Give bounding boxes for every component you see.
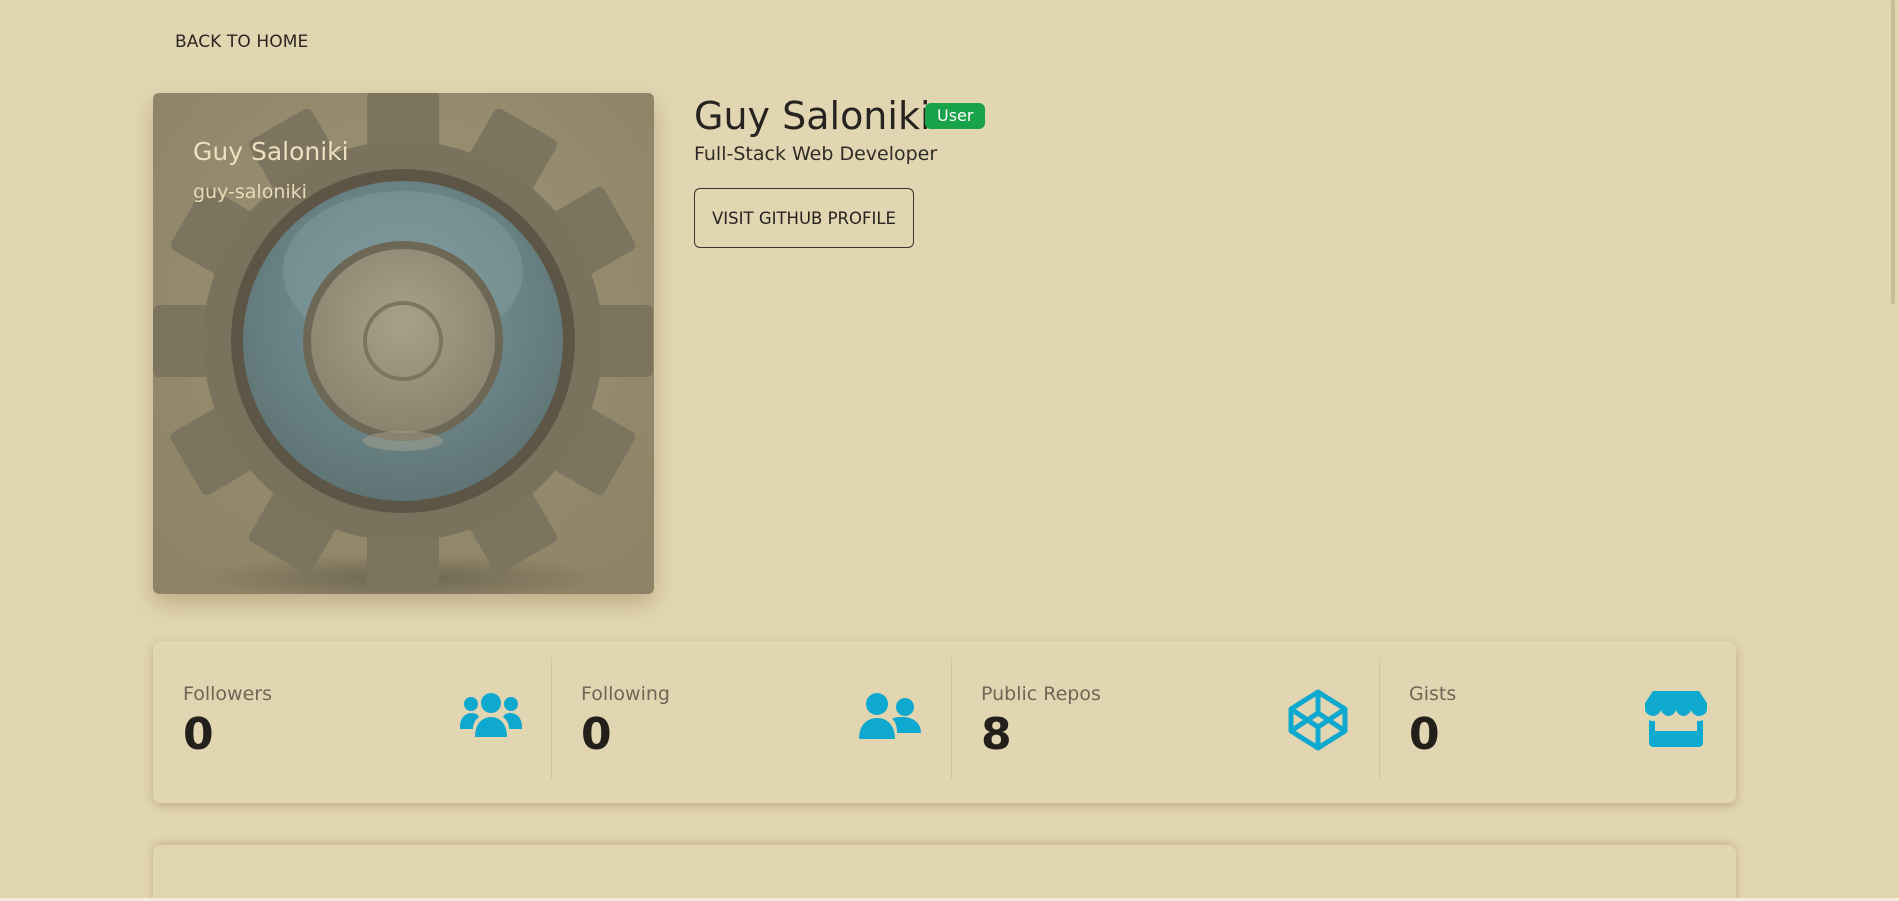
users-icon xyxy=(460,693,522,737)
visit-github-profile-button[interactable]: VISIT GITHUB PROFILE xyxy=(694,188,914,248)
profile-name: Guy Saloniki xyxy=(694,94,931,138)
stat-gists-value: 0 xyxy=(1409,709,1440,760)
stat-following-value: 0 xyxy=(581,709,612,760)
user-badge: User xyxy=(925,103,986,129)
stat-followers: Followers 0 xyxy=(153,641,551,803)
stat-gists-label: Gists xyxy=(1409,683,1457,705)
repos-card xyxy=(153,845,1736,901)
stat-public-repos-label: Public Repos xyxy=(981,683,1101,705)
store-icon xyxy=(1645,691,1707,747)
stats-card: Followers 0 Following 0 Public Repos 8 G… xyxy=(153,641,1736,803)
user-friends-icon xyxy=(859,693,921,739)
back-to-home-link[interactable]: BACK TO HOME xyxy=(175,32,308,52)
stat-public-repos: Public Repos 8 xyxy=(951,641,1379,803)
stat-following-label: Following xyxy=(581,683,670,705)
profile-bio: Full-Stack Web Developer xyxy=(694,143,938,165)
avatar-login: guy-saloniki xyxy=(193,181,307,203)
scrollbar-track[interactable] xyxy=(1882,0,1899,901)
stat-public-repos-value: 8 xyxy=(981,709,1012,760)
codepen-icon xyxy=(1288,689,1348,751)
stat-followers-value: 0 xyxy=(183,709,214,760)
scrollbar-thumb[interactable] xyxy=(1891,0,1895,304)
stat-following: Following 0 xyxy=(551,641,951,803)
avatar-name: Guy Saloniki xyxy=(193,137,349,166)
avatar-card: Guy Saloniki guy-saloniki xyxy=(153,93,654,594)
profile-page: BACK TO HOME Guy Saloniki guy-saloniki G… xyxy=(0,0,1899,901)
stat-followers-label: Followers xyxy=(183,683,272,705)
stat-gists: Gists 0 xyxy=(1379,641,1736,803)
gear-avatar-image xyxy=(153,93,654,594)
